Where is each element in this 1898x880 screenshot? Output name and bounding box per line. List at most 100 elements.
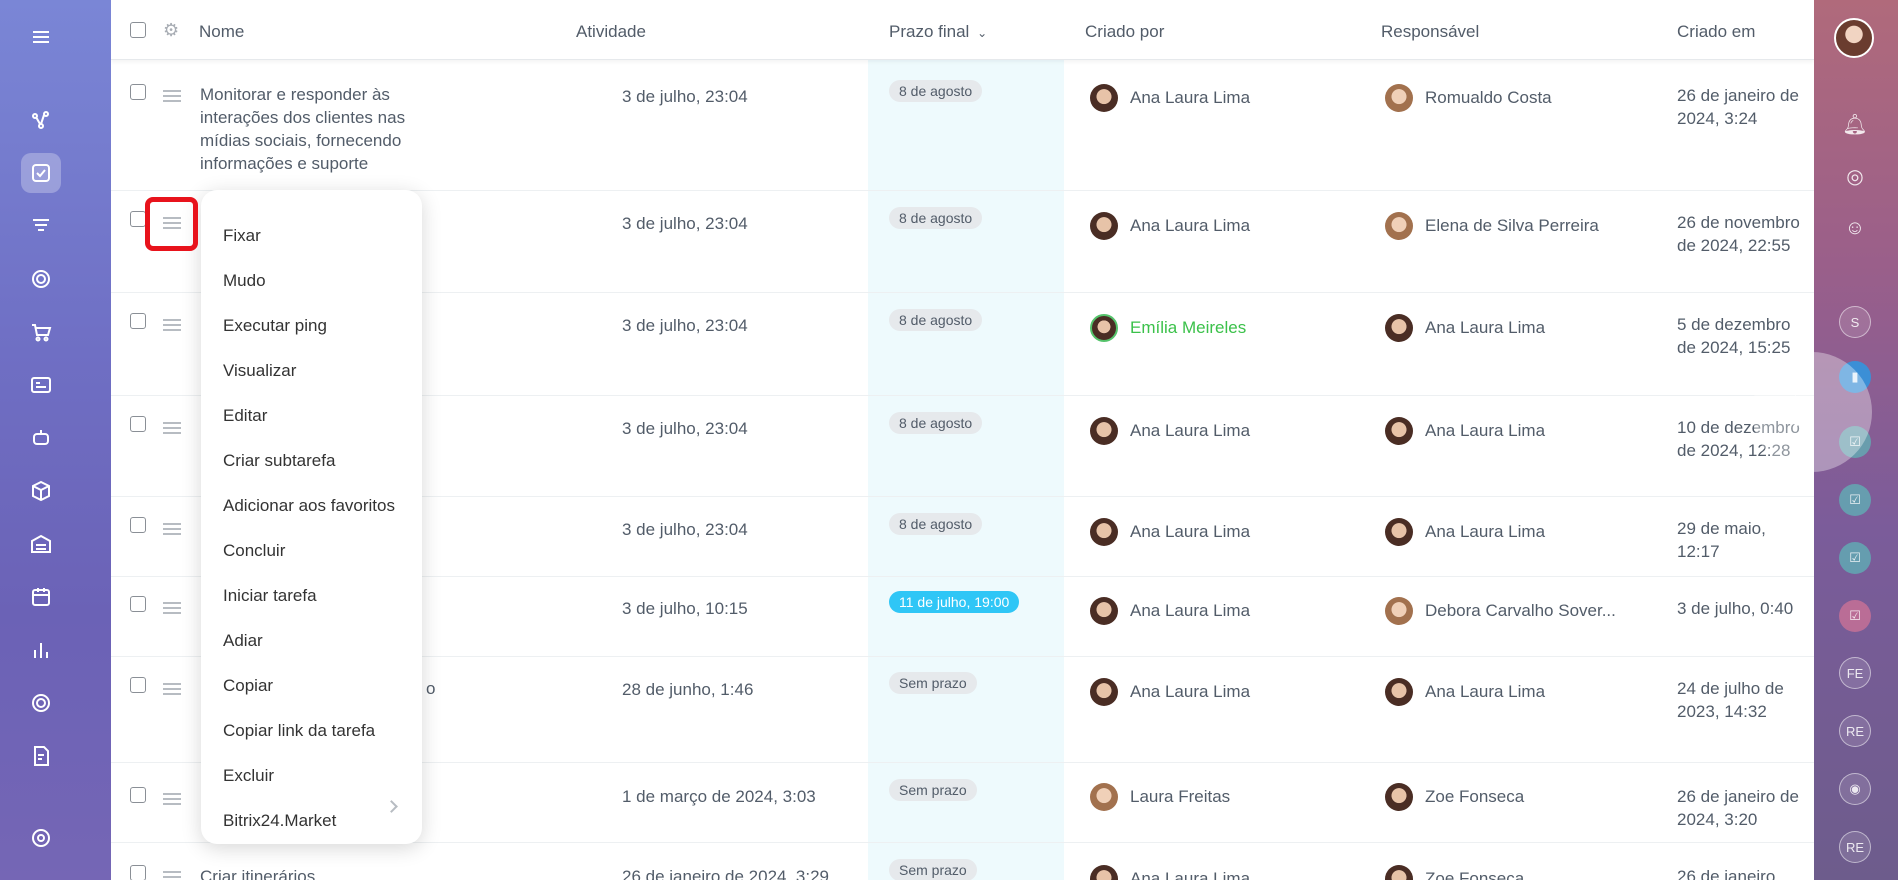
user-avatar[interactable] — [1834, 18, 1874, 58]
drag-handle-icon[interactable] — [163, 523, 181, 535]
responsible[interactable]: Ana Laura Lima — [1385, 518, 1545, 546]
task-check-icon[interactable]: ☑ — [1839, 600, 1871, 632]
box-icon[interactable] — [21, 471, 61, 511]
responsible[interactable]: Ana Laura Lima — [1385, 314, 1545, 342]
gear-icon[interactable] — [21, 818, 61, 858]
analytics-icon[interactable] — [21, 630, 61, 670]
responsible[interactable]: Ana Laura Lima — [1385, 678, 1545, 706]
creator[interactable]: Laura Freitas — [1090, 783, 1230, 811]
menu-item-delete[interactable]: Excluir — [223, 766, 274, 786]
row-checkbox[interactable] — [130, 596, 146, 612]
drag-handle-icon[interactable] — [163, 793, 181, 805]
contact-card-icon[interactable] — [21, 365, 61, 405]
column-activity[interactable]: Atividade — [576, 22, 646, 42]
creator[interactable]: Ana Laura Lima — [1090, 865, 1250, 880]
menu-item-mute[interactable]: Mudo — [223, 271, 266, 291]
creator[interactable]: Ana Laura Lima — [1090, 597, 1250, 625]
creator[interactable]: Ana Laura Lima — [1090, 212, 1250, 240]
row-checkbox[interactable] — [130, 677, 146, 693]
menu-item-ping[interactable]: Executar ping — [223, 316, 327, 336]
column-deadline[interactable]: Prazo final ⌄ — [889, 22, 987, 42]
row-checkbox[interactable] — [130, 211, 146, 227]
deadline-badge[interactable]: Sem prazo — [889, 672, 977, 694]
responsible[interactable]: Zoe Fonseca — [1385, 865, 1524, 880]
tasks-icon[interactable] — [21, 153, 61, 193]
creator[interactable]: Ana Laura Lima — [1090, 417, 1250, 445]
menu-item-edit[interactable]: Editar — [223, 406, 267, 426]
menu-item-copy-link[interactable]: Copiar link da tarefa — [223, 721, 375, 741]
creator[interactable]: Emília Meireles — [1090, 314, 1246, 342]
responsible[interactable]: Romualdo Costa — [1385, 84, 1552, 112]
warehouse-icon[interactable] — [21, 524, 61, 564]
calendar-icon[interactable] — [21, 577, 61, 617]
row-checkbox[interactable] — [130, 313, 146, 329]
chat-avatar-badge[interactable]: RE — [1839, 715, 1871, 747]
column-created-at[interactable]: Criado em — [1677, 22, 1755, 42]
deadline-badge[interactable]: 8 de agosto — [889, 309, 983, 331]
deadline-badge[interactable]: 8 de agosto — [889, 513, 983, 535]
deadline-badge[interactable]: 8 de agosto — [889, 412, 983, 434]
task-name[interactable]: o — [426, 677, 435, 700]
responsible[interactable]: Zoe Fonseca — [1385, 783, 1524, 811]
menu-item-copy[interactable]: Copiar — [223, 676, 273, 696]
deadline-badge[interactable]: 11 de julho, 19:00 — [889, 591, 1020, 613]
chat-avatar-badge[interactable]: S — [1839, 306, 1871, 338]
menu-item-defer[interactable]: Adiar — [223, 631, 263, 651]
deadline-badge[interactable]: 8 de agosto — [889, 207, 983, 229]
bell-icon[interactable]: 🔔︎ — [1839, 108, 1871, 140]
drag-handle-icon[interactable] — [163, 683, 181, 695]
row-checkbox[interactable] — [130, 416, 146, 432]
drag-handle-icon[interactable] — [163, 602, 181, 614]
responsible-name: Ana Laura Lima — [1425, 318, 1546, 337]
creator[interactable]: Ana Laura Lima — [1090, 518, 1250, 546]
column-responsible[interactable]: Responsável — [1381, 22, 1479, 42]
deadline-badge[interactable]: Sem prazo — [889, 859, 977, 880]
compass-icon[interactable]: ◎ — [1839, 160, 1871, 192]
drag-handle-icon[interactable] — [163, 319, 181, 331]
menu-item-add-favorites[interactable]: Adicionar aos favoritos — [223, 496, 395, 516]
creator[interactable]: Ana Laura Lima — [1090, 678, 1250, 706]
task-name[interactable]: Monitorar e responder às interações dos … — [200, 83, 450, 175]
row-checkbox[interactable] — [130, 787, 146, 803]
deadline-badge[interactable]: Sem prazo — [889, 779, 977, 801]
menu-item-create-subtask[interactable]: Criar subtarefa — [223, 451, 335, 471]
responsible[interactable]: Elena de Silva Perreira — [1385, 212, 1599, 240]
task-name[interactable]: Criar itinerários — [200, 865, 315, 880]
select-all-checkbox[interactable] — [130, 22, 146, 38]
table-row[interactable]: Criar itinerários 26 de janeiro de 2024,… — [111, 843, 1814, 880]
chat-avatar-badge[interactable]: RE — [1839, 831, 1871, 863]
settings-circle-icon[interactable] — [21, 683, 61, 723]
funnel-icon[interactable] — [21, 206, 61, 246]
row-checkbox[interactable] — [130, 517, 146, 533]
column-name[interactable]: Nome — [199, 22, 244, 42]
gear-icon[interactable]: ⚙ — [163, 20, 179, 41]
responsible[interactable]: Ana Laura Lima — [1385, 417, 1545, 445]
menu-icon[interactable] — [21, 17, 61, 57]
menu-item-market[interactable]: Bitrix24.Market — [223, 811, 336, 831]
chat-avatar-icon[interactable]: ◉ — [1839, 773, 1871, 805]
row-checkbox[interactable] — [130, 84, 146, 100]
drag-handle-icon[interactable] — [163, 871, 181, 880]
next-page-button[interactable] — [1752, 352, 1872, 472]
table-row[interactable]: Monitorar e responder às interações dos … — [111, 60, 1814, 191]
document-signature-icon[interactable] — [21, 736, 61, 776]
menu-item-pin[interactable]: Fixar — [223, 226, 261, 246]
menu-item-start-task[interactable]: Iniciar tarefa — [223, 586, 317, 606]
chat-avatar-badge[interactable]: FE — [1839, 657, 1871, 689]
drag-handle-icon[interactable] — [163, 90, 181, 102]
row-checkbox[interactable] — [130, 865, 146, 880]
target-icon[interactable] — [21, 259, 61, 299]
responsible[interactable]: Debora Carvalho Sover... — [1385, 597, 1616, 625]
creator[interactable]: Ana Laura Lima — [1090, 84, 1250, 112]
crm-icon[interactable] — [21, 100, 61, 140]
task-check-icon[interactable]: ☑ — [1839, 542, 1871, 574]
menu-item-view[interactable]: Visualizar — [223, 361, 296, 381]
column-created-by[interactable]: Criado por — [1085, 22, 1164, 42]
robot-icon[interactable] — [21, 418, 61, 458]
deadline-badge[interactable]: 8 de agosto — [889, 80, 983, 102]
chat-icon[interactable]: ☺ — [1839, 212, 1871, 244]
task-check-icon[interactable]: ☑ — [1839, 484, 1871, 516]
menu-item-complete[interactable]: Concluir — [223, 541, 285, 561]
drag-handle-icon[interactable] — [163, 422, 181, 434]
cart-icon[interactable] — [21, 312, 61, 352]
